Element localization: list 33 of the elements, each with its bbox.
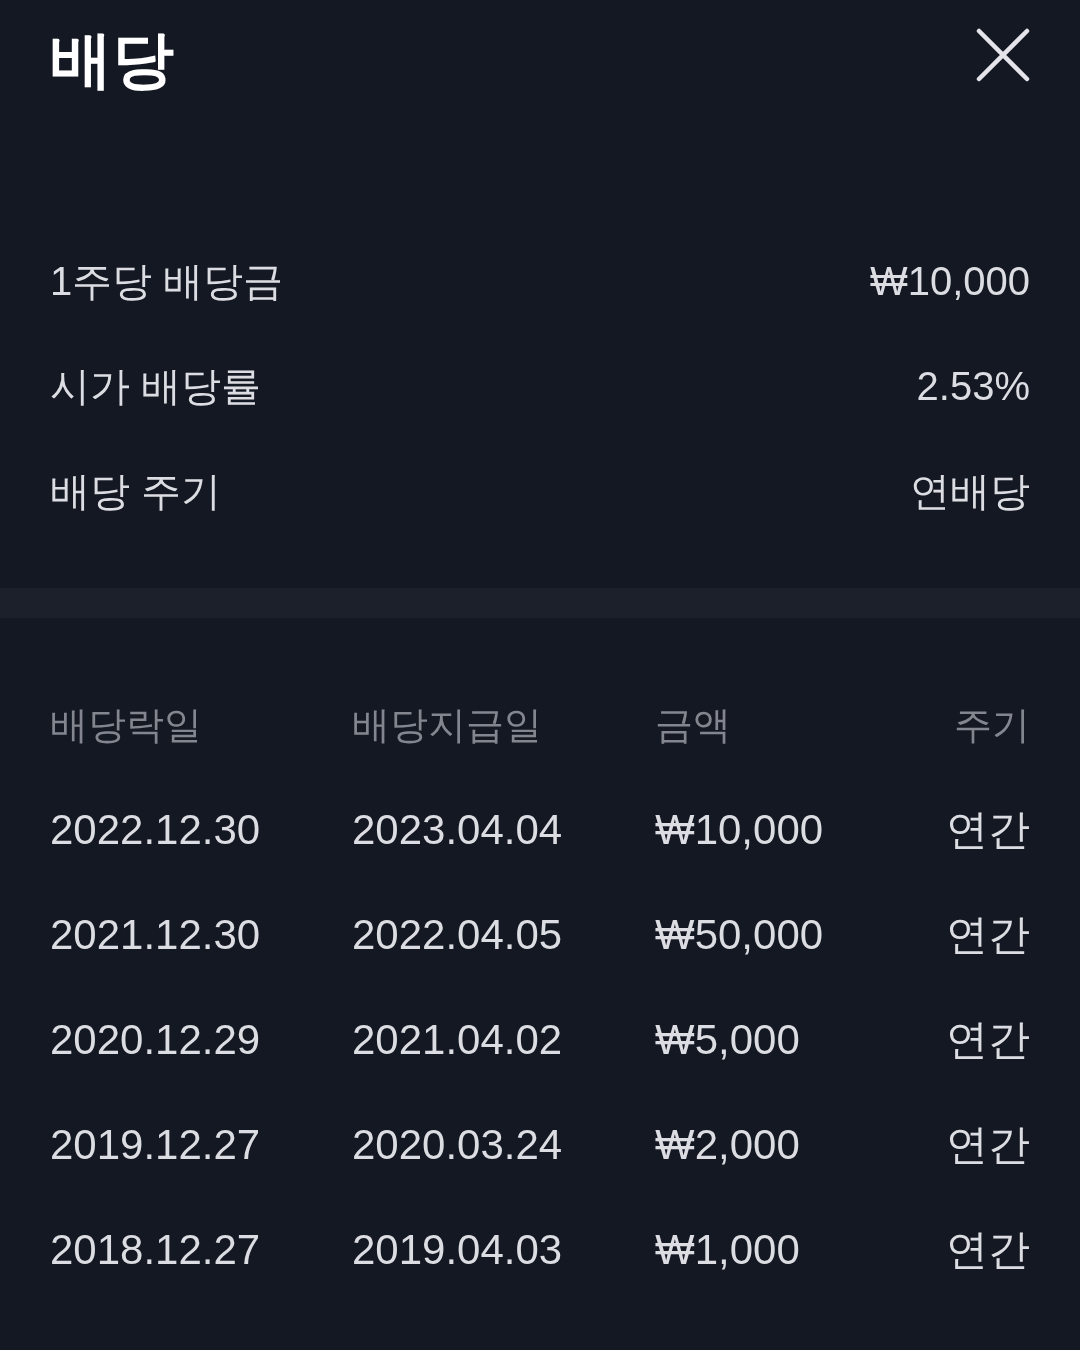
table-cell: 연간 [946, 1120, 1030, 1171]
summary-value: ₩10,000 [869, 257, 1030, 305]
summary-label: 배당 주기 [50, 467, 222, 515]
table-cell: ₩2,000 [655, 1120, 800, 1171]
table-cell: 2018.12.27 [50, 1225, 261, 1276]
table-cell: 2022.04.05 [352, 910, 563, 961]
column-header: 배당지급일 [352, 702, 542, 748]
summary-value: 2.53% [916, 362, 1030, 410]
column-header: 주기 [954, 702, 1030, 748]
summary-label: 시가 배당률 [50, 362, 262, 410]
close-button[interactable] [976, 28, 1030, 82]
page-title: 배당 [50, 29, 174, 91]
summary-value: 연배당 [910, 467, 1030, 515]
table-cell: ₩1,000 [655, 1225, 800, 1276]
table-cell: 연간 [946, 1225, 1030, 1276]
table-cell: 2022.12.30 [50, 805, 261, 856]
close-icon [976, 28, 1030, 82]
table-cell: 2019.04.03 [352, 1225, 563, 1276]
table-cell: 연간 [946, 805, 1030, 856]
table-cell: ₩5,000 [655, 1015, 800, 1066]
table-cell: ₩50,000 [655, 910, 824, 961]
table-cell: 연간 [946, 910, 1030, 961]
table-cell: 2023.04.04 [352, 805, 563, 856]
table-cell: 2020.12.29 [50, 1015, 261, 1066]
column-header: 배당락일 [50, 702, 202, 748]
table-cell: 2019.12.27 [50, 1120, 261, 1171]
column-header: 금액 [655, 702, 731, 748]
table-cell: 2020.03.24 [352, 1120, 563, 1171]
table-cell: 2021.12.30 [50, 910, 261, 961]
table-cell: ₩10,000 [655, 805, 824, 856]
table-cell: 2021.04.02 [352, 1015, 563, 1066]
summary-label: 1주당 배당금 [50, 257, 284, 305]
table-cell: 연간 [946, 1015, 1030, 1066]
